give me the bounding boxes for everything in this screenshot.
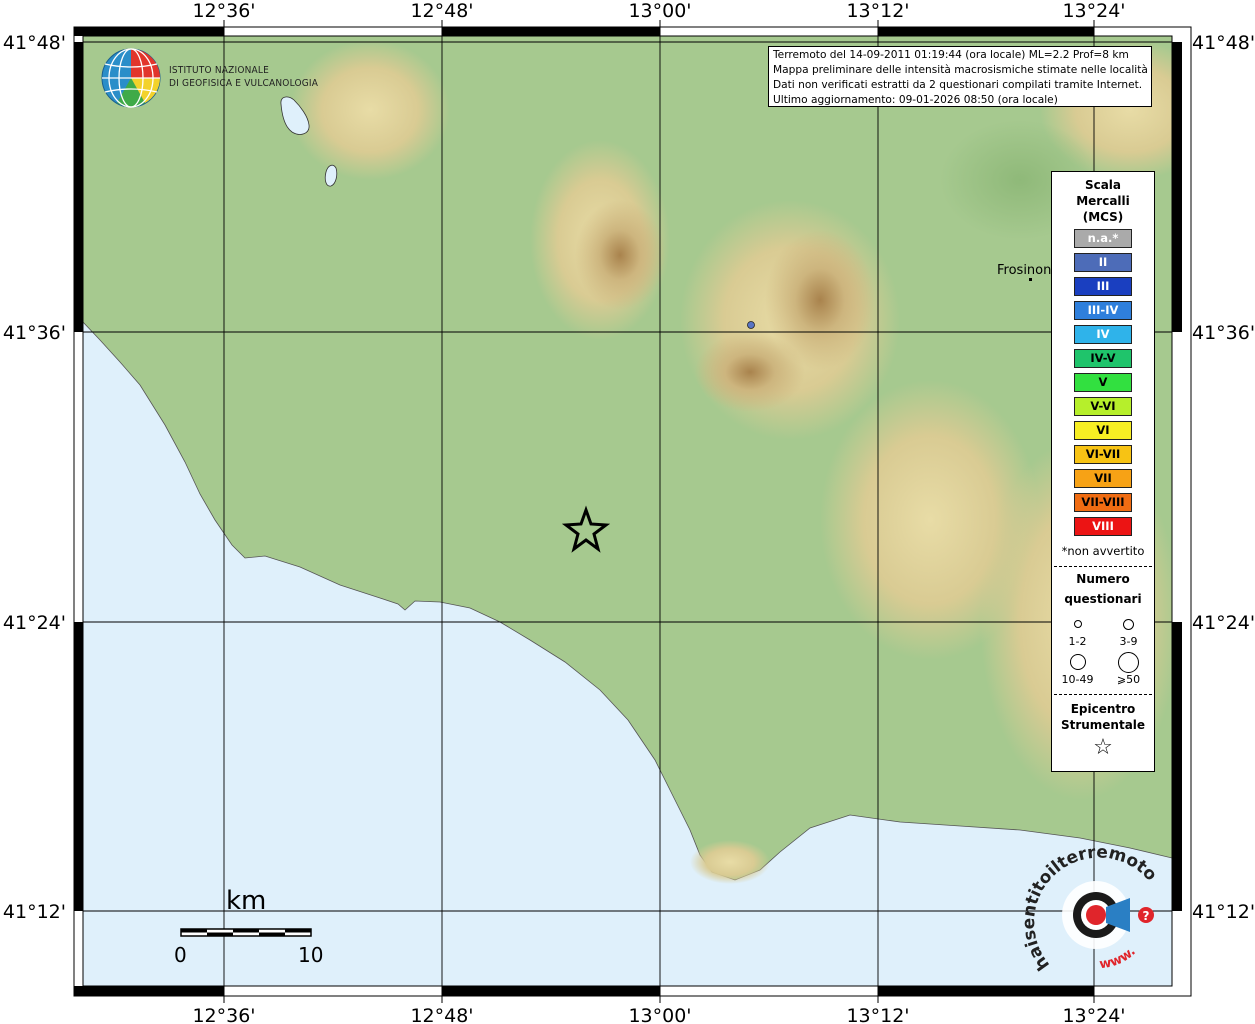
lat-tick: 41°12'	[1192, 901, 1255, 923]
intensity-item: VI-VII	[1074, 445, 1132, 464]
count-label: ⩾50	[1116, 673, 1141, 686]
svg-text:?: ?	[1143, 909, 1150, 923]
lat-tick: 41°24'	[1192, 612, 1255, 634]
intensity-item: III	[1074, 277, 1132, 296]
epicenter-title-line: Epicentro	[1070, 702, 1136, 716]
count-label: 3-9	[1119, 635, 1138, 648]
map-area	[83, 36, 1172, 986]
info-line: Dati non verificati estratti da 2 questi…	[773, 79, 1143, 91]
scale-ten-label: 10	[298, 943, 324, 967]
logo-line: DI GEOFISICA E VULCANOLOGIA	[169, 78, 319, 89]
info-line: Ultimo aggiornamento: 09-01-2026 08:50 (…	[773, 94, 1058, 106]
circle-xlarge-icon	[1118, 651, 1139, 673]
legend-title: Scala Mercalli (MCS)	[1052, 177, 1154, 225]
info-line: Mappa preliminare delle intensità macros…	[773, 64, 1148, 76]
legend-divider	[1054, 566, 1152, 567]
legend-divider	[1054, 694, 1152, 695]
circle-small-icon	[1073, 620, 1082, 628]
intensity-item: IV	[1074, 325, 1132, 344]
lon-tick: 13°24'	[1062, 0, 1125, 22]
count-title-line: Numero	[1076, 572, 1130, 586]
lon-tick: 12°48'	[410, 1005, 473, 1024]
lon-tick: 12°48'	[410, 0, 473, 22]
intensity-item: II	[1074, 253, 1132, 272]
relief-peak-1	[575, 200, 665, 310]
intensity-item: VI	[1074, 421, 1132, 440]
lon-tick: 13°24'	[1062, 1005, 1125, 1024]
lon-tick: 13°00'	[628, 0, 691, 22]
relief-peak-3	[695, 332, 805, 412]
scale-zero-label: 0	[174, 943, 187, 967]
lat-tick: 41°12'	[3, 901, 66, 923]
scale-bar	[180, 928, 312, 937]
intensity-item: V-VI	[1074, 397, 1132, 416]
relief-nw	[290, 40, 450, 180]
info-line: Terremoto del 14-09-2011 01:19:44 (ora l…	[773, 49, 1129, 61]
ingv-logo-icon	[101, 48, 161, 108]
lat-tick: 41°36'	[3, 322, 66, 344]
lat-tick: 41°36'	[1192, 322, 1255, 344]
epicenter-title: Epicentro Strumentale	[1052, 701, 1154, 733]
intensity-scale: n.a.* II III III-IV IV IV-V V V-VI VI VI-VII VII VI…	[1052, 229, 1154, 536]
count-item: ⩾50	[1103, 651, 1154, 686]
count-label: 1-2	[1068, 635, 1087, 648]
epicenter-title-line: Strumentale	[1060, 718, 1146, 732]
lon-tick: 13°00'	[628, 1005, 691, 1024]
lon-tick: 13°12'	[846, 0, 909, 22]
lon-tick: 12°36'	[192, 0, 255, 22]
event-info-box: Terremoto del 14-09-2011 01:19:44 (ora l…	[768, 46, 1152, 107]
intensity-item: VII-VIII	[1074, 493, 1132, 512]
lon-tick: 12°36'	[192, 1005, 255, 1024]
legend-title-line: Mercalli	[1076, 194, 1130, 208]
city-label: Frosinone	[997, 263, 1060, 278]
lat-tick-labels-right: 41°48' 41°36' 41°24' 41°12'	[1192, 32, 1255, 923]
ingv-logo-text: ISTITUTO NAZIONALE DI GEOFISICA E VULCAN…	[169, 64, 318, 90]
count-item: 3-9	[1103, 613, 1154, 648]
legend-panel: Scala Mercalli (MCS) n.a.* II III III-IV IV I…	[1051, 171, 1155, 772]
lat-tick: 41°48'	[3, 32, 66, 54]
relief-circeo	[690, 840, 770, 884]
epicenter-legend-star-icon: ☆	[1093, 735, 1113, 760]
count-title: Numero questionari	[1052, 569, 1154, 609]
circle-large-icon	[1069, 654, 1086, 670]
intensity-dot[interactable]	[747, 321, 755, 329]
intensity-item: IV-V	[1074, 349, 1132, 368]
count-item: 10-49	[1052, 651, 1103, 686]
legend-title-line: (MCS)	[1082, 210, 1124, 224]
lon-tick: 13°12'	[846, 1005, 909, 1024]
intensity-item: V	[1074, 373, 1132, 392]
legend-title-line: Scala	[1084, 178, 1122, 192]
count-circles: 1-2 3-9 10-49 ⩾50	[1052, 613, 1154, 686]
intensity-item: III-IV	[1074, 301, 1132, 320]
circle-medium-icon	[1123, 618, 1134, 630]
count-title-line: questionari	[1064, 592, 1142, 606]
lat-tick-labels-left: 41°48' 41°36' 41°24' 41°12'	[3, 32, 66, 923]
lat-tick: 41°48'	[1192, 32, 1255, 54]
scale-unit: km	[226, 886, 267, 916]
intensity-item: VII	[1074, 469, 1132, 488]
city-marker	[1029, 278, 1032, 281]
intensity-item: n.a.*	[1074, 229, 1132, 248]
logo-line: ISTITUTO NAZIONALE	[169, 65, 269, 76]
na-note: *non avvertito	[1061, 544, 1145, 558]
count-item: 1-2	[1052, 613, 1103, 648]
intensity-item: VIII	[1074, 517, 1132, 536]
count-label: 10-49	[1061, 673, 1094, 686]
lon-tick-labels-bottom: 12°36' 12°48' 13°00' 13°12' 13°24'	[192, 1005, 1125, 1024]
lat-tick: 41°24'	[3, 612, 66, 634]
lon-tick-labels-top: 12°36' 12°48' 13°00' 13°12' 13°24'	[192, 0, 1125, 22]
